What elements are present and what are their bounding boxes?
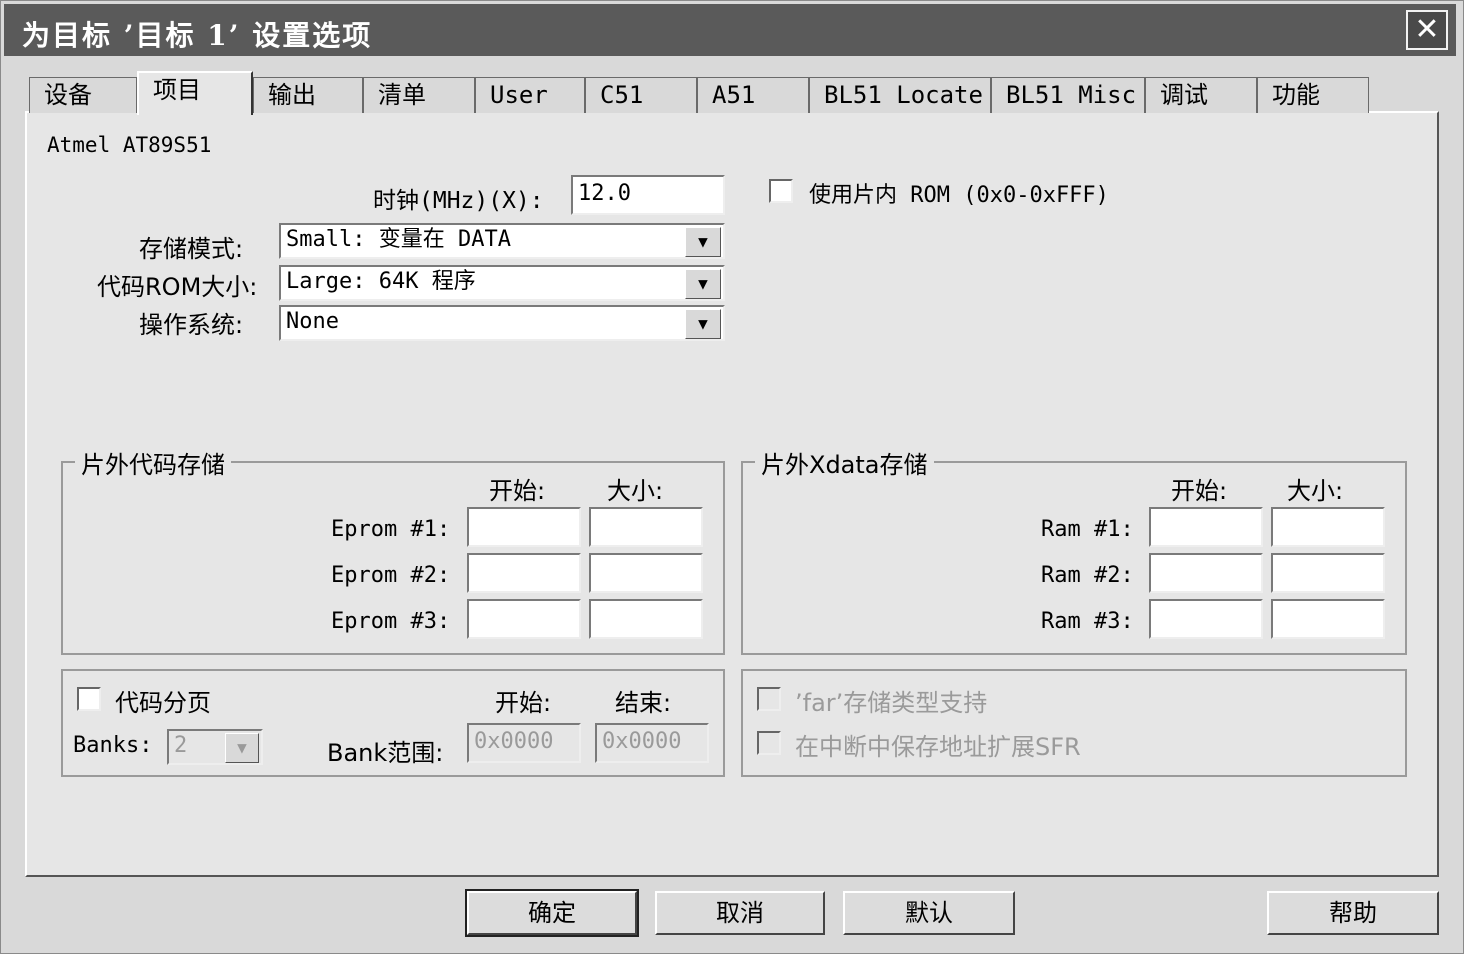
offchip-code-size-label: 大小: <box>607 477 664 505</box>
ram-3-label: Ram #3: <box>1041 609 1134 634</box>
eprom-3-label: Eprom #3: <box>331 609 451 634</box>
ram-3-size-input[interactable] <box>1271 599 1385 639</box>
tab-a51[interactable]: A51 <box>697 77 809 113</box>
tab-bl51-misc[interactable]: BL51 Misc <box>991 77 1145 113</box>
chevron-down-icon[interactable]: ▼ <box>685 227 721 257</box>
dialog-title: 为目标 ’目标 1’ 设置选项 <box>22 19 373 52</box>
clock-input[interactable]: 12.0 <box>571 175 725 215</box>
tab-listing[interactable]: 清单 <box>363 77 475 113</box>
offchip-xdata-size-label: 大小: <box>1287 477 1344 505</box>
tab-output[interactable]: 输出 <box>253 77 363 113</box>
os-label: 操作系统: <box>139 311 244 339</box>
offchip-code-title: 片外代码存储 <box>75 445 231 480</box>
code-banking-label: 代码分页 <box>115 689 211 717</box>
ram-2-label: Ram #2: <box>1041 563 1134 588</box>
bank-range-start-input[interactable]: 0x0000 <box>467 723 581 763</box>
banks-value: 2 <box>174 733 188 758</box>
ram-1-start-input[interactable] <box>1149 507 1263 547</box>
chevron-down-icon[interactable]: ▼ <box>225 733 259 763</box>
ram-3-start-input[interactable] <box>1149 599 1263 639</box>
code-rom-size-select[interactable]: Large: 64K 程序 ▼ <box>279 265 725 301</box>
close-icon[interactable]: ✕ <box>1406 10 1448 50</box>
bank-range-end-input[interactable]: 0x0000 <box>595 723 709 763</box>
offchip-xdata-start-label: 开始: <box>1171 477 1228 505</box>
memory-model-value: Small: 变量在 DATA <box>286 227 511 252</box>
device-name: Atmel AT89S51 <box>47 133 212 157</box>
banks-label: Banks: <box>73 733 153 758</box>
options-dialog: 为目标 ’目标 1’ 设置选项 ✕ 设备 项目 输出 清单 User C51 A… <box>0 0 1464 954</box>
os-value: None <box>286 309 339 334</box>
title-bar: 为目标 ’目标 1’ 设置选项 ✕ <box>4 4 1456 56</box>
tab-user[interactable]: User <box>475 77 585 113</box>
tab-target[interactable]: 项目 <box>137 71 253 115</box>
code-rom-size-value: Large: 64K 程序 <box>286 269 476 294</box>
code-rom-size-label: 代码ROM大小: <box>97 273 258 301</box>
bank-range-label: Bank范围: <box>327 739 444 767</box>
code-banking-checkbox[interactable] <box>77 687 101 711</box>
onchip-rom-checkbox[interactable] <box>769 179 793 203</box>
eprom-2-start-input[interactable] <box>467 553 581 593</box>
offchip-code-start-label: 开始: <box>489 477 546 505</box>
eprom-3-start-input[interactable] <box>467 599 581 639</box>
chevron-down-icon[interactable]: ▼ <box>685 269 721 299</box>
eprom-2-size-input[interactable] <box>589 553 703 593</box>
chevron-down-icon[interactable]: ▼ <box>685 309 721 339</box>
eprom-2-label: Eprom #2: <box>331 563 451 588</box>
tab-bl51-locate[interactable]: BL51 Locate <box>809 77 991 113</box>
cancel-button[interactable]: 取消 <box>655 891 825 935</box>
eprom-1-start-input[interactable] <box>467 507 581 547</box>
ok-button[interactable]: 确定 <box>465 889 639 937</box>
save-sfr-label: 在中断中保存地址扩展SFR <box>795 733 1081 761</box>
ram-1-size-input[interactable] <box>1271 507 1385 547</box>
defaults-button[interactable]: 默认 <box>843 891 1015 935</box>
os-select[interactable]: None ▼ <box>279 305 725 341</box>
memory-model-select[interactable]: Small: 变量在 DATA ▼ <box>279 223 725 259</box>
ram-2-size-input[interactable] <box>1271 553 1385 593</box>
tab-utilities[interactable]: 功能 <box>1257 77 1369 113</box>
tab-device[interactable]: 设备 <box>29 77 137 113</box>
eprom-1-label: Eprom #1: <box>331 517 451 542</box>
save-sfr-checkbox[interactable] <box>757 731 781 755</box>
banks-select[interactable]: 2 ▼ <box>167 729 263 765</box>
clock-label: 时钟(MHz)(X): <box>373 188 544 214</box>
ram-2-start-input[interactable] <box>1149 553 1263 593</box>
ram-1-label: Ram #1: <box>1041 517 1134 542</box>
eprom-3-size-input[interactable] <box>589 599 703 639</box>
help-button[interactable]: 帮助 <box>1267 891 1439 935</box>
eprom-1-size-input[interactable] <box>589 507 703 547</box>
offchip-xdata-title: 片外Xdata存储 <box>755 445 934 480</box>
far-support-checkbox[interactable] <box>757 687 781 711</box>
onchip-rom-label: 使用片内 ROM (0x0-0xFFF) <box>809 183 1109 208</box>
tab-debug[interactable]: 调试 <box>1145 77 1257 113</box>
memory-model-label: 存储模式: <box>139 235 244 263</box>
code-banking-start-label: 开始: <box>495 689 552 717</box>
tab-c51[interactable]: C51 <box>585 77 697 113</box>
far-support-label: ’far’存储类型支持 <box>795 689 988 717</box>
code-banking-end-label: 结束: <box>615 689 672 717</box>
